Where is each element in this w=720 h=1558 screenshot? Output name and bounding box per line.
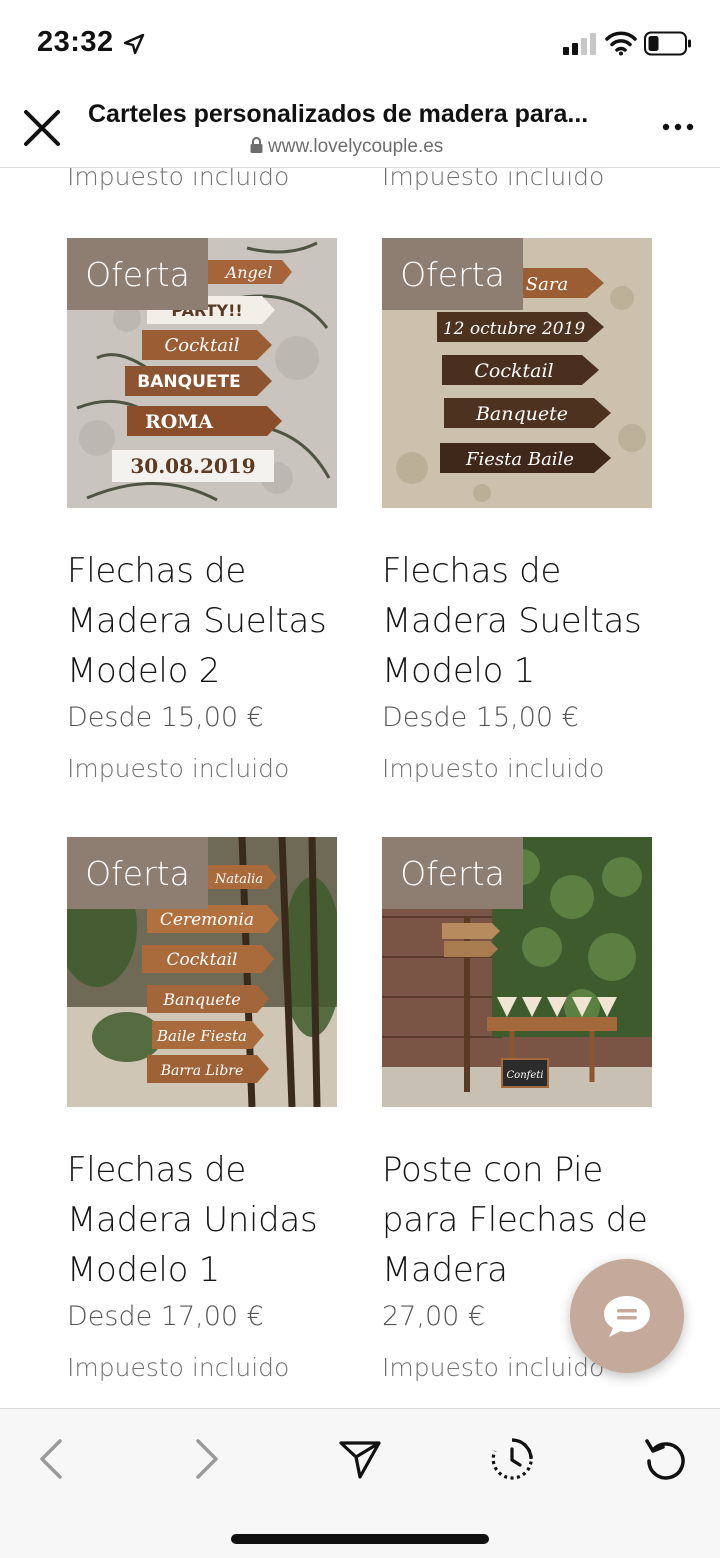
product-grid: Impuesto incluido Impuesto incluido Ange… — [0, 168, 720, 1408]
product-name-line: Modelo 1 — [382, 651, 535, 691]
sign-text: ROMA — [145, 411, 213, 433]
tax-note: Impuesto incluido — [382, 168, 605, 191]
product-name[interactable]: Flechas de Madera Sueltas Modelo 1 — [382, 546, 654, 696]
sign-text: BANQUETE — [137, 372, 240, 392]
product-card[interactable]: Natalia Ceremonia Cocktail Banquete Bail… — [67, 837, 339, 1385]
offer-badge: Oferta — [382, 837, 523, 909]
product-name[interactable]: Flechas de Madera Sueltas Modelo 2 — [67, 546, 339, 696]
sign-text: Confeti — [507, 1070, 544, 1081]
offer-badge: Oferta — [382, 238, 523, 310]
sign-text: Cocktail — [474, 360, 553, 382]
wifi-icon — [605, 31, 637, 56]
history-icon[interactable] — [490, 1437, 534, 1481]
browser-toolbar — [0, 1408, 720, 1558]
chat-button[interactable] — [570, 1259, 684, 1373]
sign-text: Barra Libre — [160, 1063, 244, 1079]
url-text: www.lovelycouple.es — [268, 136, 444, 157]
product-image[interactable]: Confeti Oferta — [382, 837, 652, 1107]
sign-text: Natalia — [214, 872, 263, 887]
sign-text: 12 octubre 2019 — [443, 319, 585, 339]
sign-text: Sara — [526, 274, 568, 295]
sign-text: Cocktail — [167, 950, 238, 970]
product-name-line: Poste con Pie — [382, 1150, 603, 1190]
status-time: 23:32 — [37, 26, 114, 58]
product-image[interactable]: Natalia Ceremonia Cocktail Banquete Bail… — [67, 837, 337, 1107]
send-icon[interactable] — [338, 1437, 382, 1481]
chat-icon — [604, 1296, 650, 1337]
location-arrow-icon — [123, 33, 145, 55]
sign-text: Ceremonia — [160, 910, 254, 930]
product-price: Desde 15,00 € — [67, 702, 264, 733]
product-card[interactable]: Angel PARTY!! Cocktail BANQUETE ROMA 30.… — [67, 238, 339, 786]
product-name-line: Madera Sueltas — [67, 601, 327, 641]
reload-icon[interactable] — [644, 1437, 688, 1481]
sign-text: Baile Fiesta — [156, 1027, 247, 1045]
product-price: Desde 17,00 € — [67, 1301, 264, 1332]
product-name[interactable]: Flechas de Madera Unidas Modelo 1 — [67, 1145, 339, 1295]
browser-header: Carteles personalizados de madera para..… — [0, 90, 720, 168]
sign-text: Banquete — [162, 990, 241, 1009]
product-card[interactable]: Sara 12 octubre 2019 Cocktail Banquete F… — [382, 238, 654, 786]
tax-note: Impuesto incluido — [67, 168, 290, 191]
tax-note: Impuesto incluido — [382, 754, 605, 783]
tax-note: Impuesto incluido — [67, 754, 290, 783]
cellular-signal-icon — [563, 33, 596, 55]
product-name-line: Modelo 1 — [67, 1250, 220, 1290]
offer-badge: Oferta — [67, 837, 208, 909]
offer-badge: Oferta — [67, 238, 208, 310]
home-indicator — [231, 1534, 489, 1544]
page-title: Carteles personalizados de madera para..… — [88, 100, 589, 128]
battery-icon — [644, 31, 691, 56]
tax-note: Impuesto incluido — [67, 1353, 290, 1382]
sign-text: Banquete — [475, 403, 568, 425]
status-bar: 23:32 — [0, 0, 720, 90]
product-name-line: Madera Sueltas — [382, 601, 642, 641]
sign-text: Cocktail — [164, 335, 239, 356]
sign-text: 30.08.2019 — [130, 454, 255, 478]
chevron-right-icon[interactable] — [184, 1437, 228, 1481]
sign-text: Angel — [224, 263, 273, 282]
product-name-line: Flechas de — [67, 1150, 247, 1190]
product-name-line: Modelo 2 — [67, 651, 220, 691]
product-price: Desde 15,00 € — [382, 702, 579, 733]
lock-icon — [250, 137, 263, 153]
product-name-line: Flechas de — [382, 551, 562, 591]
product-image[interactable]: Sara 12 octubre 2019 Cocktail Banquete F… — [382, 238, 652, 508]
product-name-line: para Flechas de — [382, 1200, 648, 1240]
more-icon[interactable] — [660, 112, 696, 142]
product-image[interactable]: Angel PARTY!! Cocktail BANQUETE ROMA 30.… — [67, 238, 337, 508]
close-icon[interactable] — [20, 106, 64, 150]
sign-text: Fiesta Baile — [465, 449, 574, 470]
product-name-line: Flechas de — [67, 551, 247, 591]
product-name-line: Madera Unidas — [67, 1200, 318, 1240]
chevron-left-icon[interactable] — [30, 1437, 74, 1481]
url-display[interactable]: www.lovelycouple.es — [250, 136, 443, 158]
